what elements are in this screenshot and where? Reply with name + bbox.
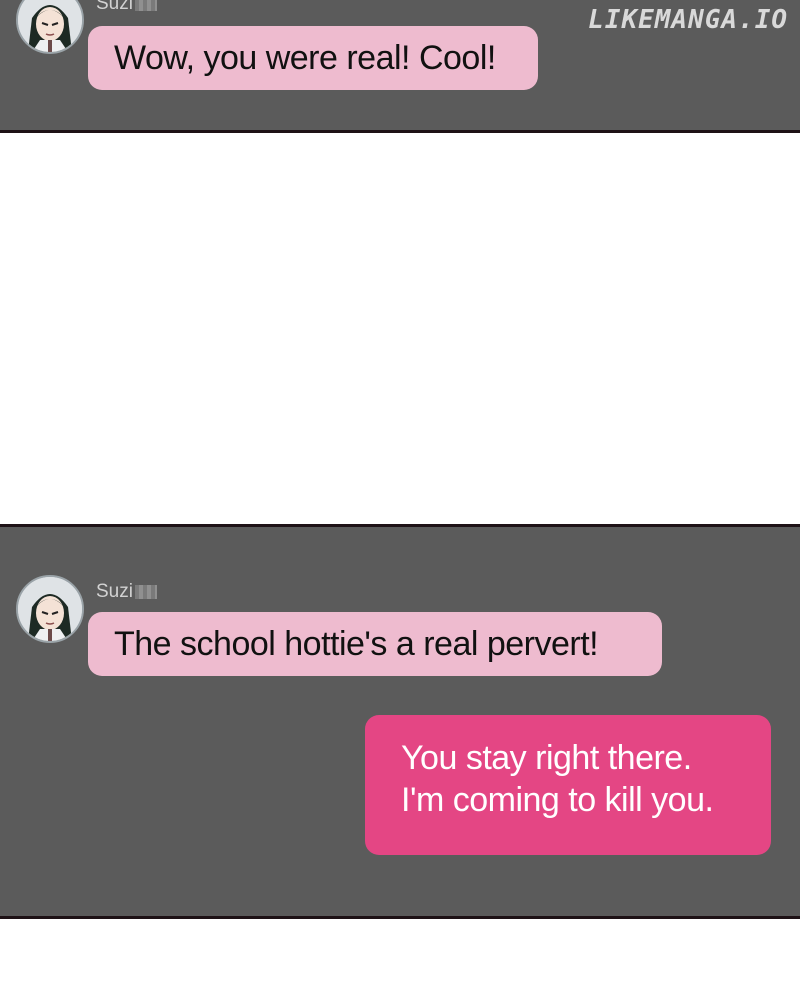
avatar <box>16 575 84 643</box>
incoming-message-bubble: Wow, you were real! Cool! <box>88 26 538 90</box>
message-text: Wow, you were real! Cool! <box>114 39 496 77</box>
chat-panel-top: LIKEMANGA.IO Suzi Wow, you were real! Co… <box>0 0 800 133</box>
message-text: The school hottie's a real pervert! <box>114 625 599 663</box>
watermark: LIKEMANGA.IO <box>588 5 788 35</box>
chat-panel-bottom: Suzi The school hottie's a real pervert!… <box>0 524 800 919</box>
message-line: You stay right there. <box>401 739 692 777</box>
redacted-surname <box>134 0 157 11</box>
outgoing-message-bubble: You stay right there. I'm coming to kill… <box>365 715 771 855</box>
incoming-message-bubble: The school hottie's a real pervert! <box>88 612 662 676</box>
redacted-surname <box>134 584 157 599</box>
avatar <box>16 0 84 54</box>
sender-name: Suzi <box>96 0 157 15</box>
sender-name: Suzi <box>96 581 157 603</box>
girl-avatar-icon <box>18 577 82 641</box>
girl-avatar-icon <box>18 0 82 52</box>
message-line: I'm coming to kill you. <box>401 781 714 819</box>
